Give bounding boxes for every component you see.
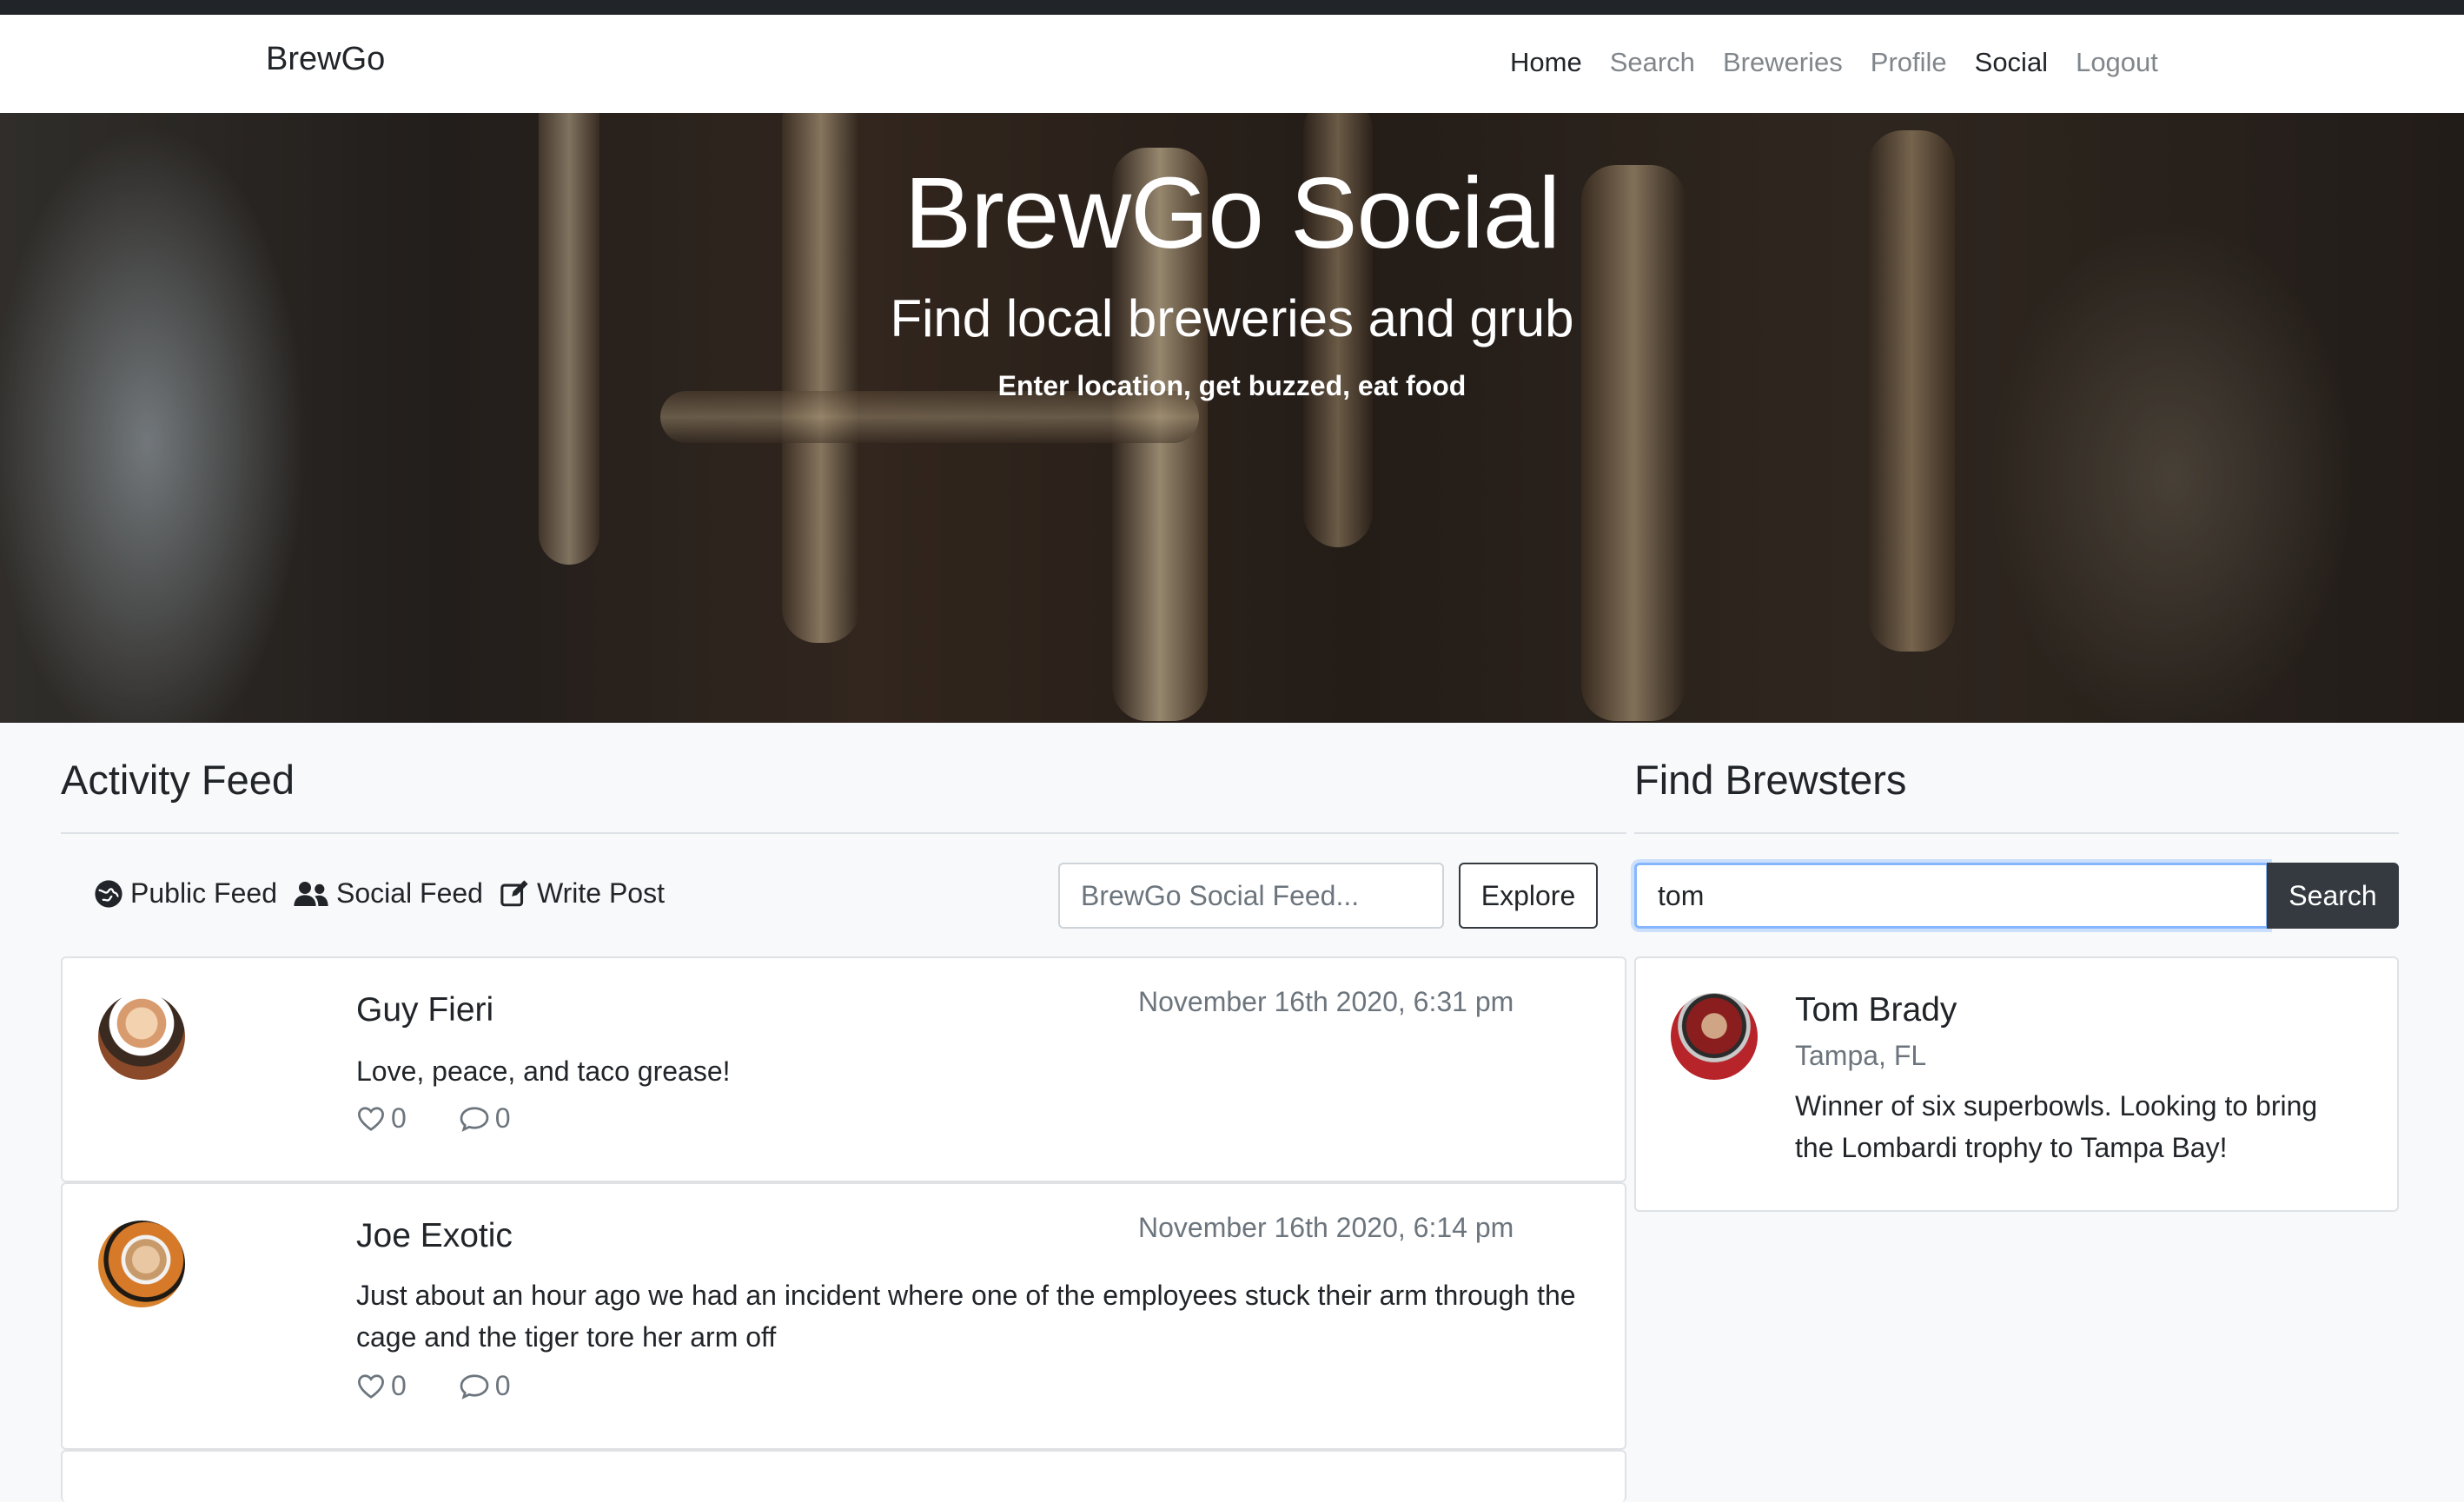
post-timestamp: November 16th 2020, 6:31 pm <box>1138 986 1514 1017</box>
activity-feed-title: Activity Feed <box>61 757 295 803</box>
heart-icon <box>357 1106 385 1131</box>
hero-subtitle: Find local breweries and grub <box>890 289 1574 347</box>
edit-icon <box>500 879 528 906</box>
comment-count: 0 <box>494 1102 511 1134</box>
tab-social-feed-label: Social Feed <box>335 877 483 909</box>
brewster-bio: Winner of six superbowls. Looking to bri… <box>1795 1090 2318 1163</box>
post-actions: 0 0 <box>356 1102 563 1135</box>
nav-link-home[interactable]: Home <box>1510 46 1582 78</box>
brewster-search-button[interactable]: Search <box>2267 863 2399 929</box>
like-count: 0 <box>391 1370 407 1401</box>
brewster-result-card: Tom Brady Tampa, FL Winner of six superb… <box>1634 956 2399 1212</box>
like-count: 0 <box>391 1102 407 1134</box>
post-card: Guy Fieri November 16th 2020, 6:31 pm Lo… <box>61 956 1626 1182</box>
hero-tagline: Enter location, get buzzed, eat food <box>997 370 1467 401</box>
post-card <box>61 1450 1626 1502</box>
nav-link-search[interactable]: Search <box>1610 46 1695 78</box>
activity-feed-divider <box>61 832 1626 834</box>
tab-write-post[interactable]: Write Post <box>499 877 665 910</box>
brewster-location: Tampa, FL <box>1795 1040 1927 1071</box>
navbar: BrewGo Home Search Breweries Profile Soc… <box>0 15 2464 114</box>
browser-top-strip <box>0 0 2464 15</box>
comment-icon <box>460 1373 489 1399</box>
users-icon <box>294 881 328 906</box>
nav-link-profile[interactable]: Profile <box>1871 46 1947 78</box>
like-button[interactable]: 0 <box>356 1102 407 1135</box>
post-card: Joe Exotic November 16th 2020, 6:14 pm J… <box>61 1182 1626 1450</box>
tab-public-feed[interactable]: Public Feed <box>94 877 277 910</box>
comment-count: 0 <box>494 1370 511 1401</box>
post-author[interactable]: Guy Fieri <box>356 991 493 1029</box>
post-actions: 0 0 <box>356 1370 563 1402</box>
globe-icon <box>95 879 123 908</box>
tab-public-feed-label: Public Feed <box>130 877 277 909</box>
post-timestamp: November 16th 2020, 6:14 pm <box>1138 1212 1514 1243</box>
feed-search-input[interactable] <box>1058 863 1444 929</box>
explore-button[interactable]: Explore <box>1459 863 1598 929</box>
like-button[interactable]: 0 <box>356 1370 407 1402</box>
post-author[interactable]: Joe Exotic <box>356 1217 513 1255</box>
nav-links: Home Search Breweries Profile Social Log… <box>1510 46 2186 78</box>
avatar[interactable] <box>98 1221 185 1307</box>
feed-tabs: Public Feed Social Feed Write Post <box>94 877 680 910</box>
comment-button[interactable]: 0 <box>459 1102 511 1135</box>
heart-icon <box>357 1373 385 1399</box>
hero-title: BrewGo Social <box>904 156 1560 269</box>
comment-icon <box>460 1106 489 1132</box>
comment-button[interactable]: 0 <box>459 1370 511 1402</box>
post-body: Love, peace, and taco grease! <box>356 1055 731 1087</box>
tab-write-post-label: Write Post <box>536 877 665 909</box>
nav-link-social[interactable]: Social <box>1975 46 2048 78</box>
brewster-name[interactable]: Tom Brady <box>1795 991 1957 1029</box>
hero-banner: BrewGo Social Find local breweries and g… <box>0 113 2464 723</box>
avatar[interactable] <box>1671 993 1758 1080</box>
brand-logo[interactable]: BrewGo <box>266 41 385 78</box>
avatar[interactable] <box>98 993 185 1080</box>
brewster-search-input[interactable] <box>1634 863 2269 929</box>
post-body: Just about an hour ago we had an inciden… <box>356 1280 1576 1353</box>
find-brewsters-divider <box>1634 832 2399 834</box>
nav-link-breweries[interactable]: Breweries <box>1723 46 1843 78</box>
tab-social-feed[interactable]: Social Feed <box>293 877 483 910</box>
find-brewsters-title: Find Brewsters <box>1634 757 1907 803</box>
nav-link-logout[interactable]: Logout <box>2076 46 2158 78</box>
